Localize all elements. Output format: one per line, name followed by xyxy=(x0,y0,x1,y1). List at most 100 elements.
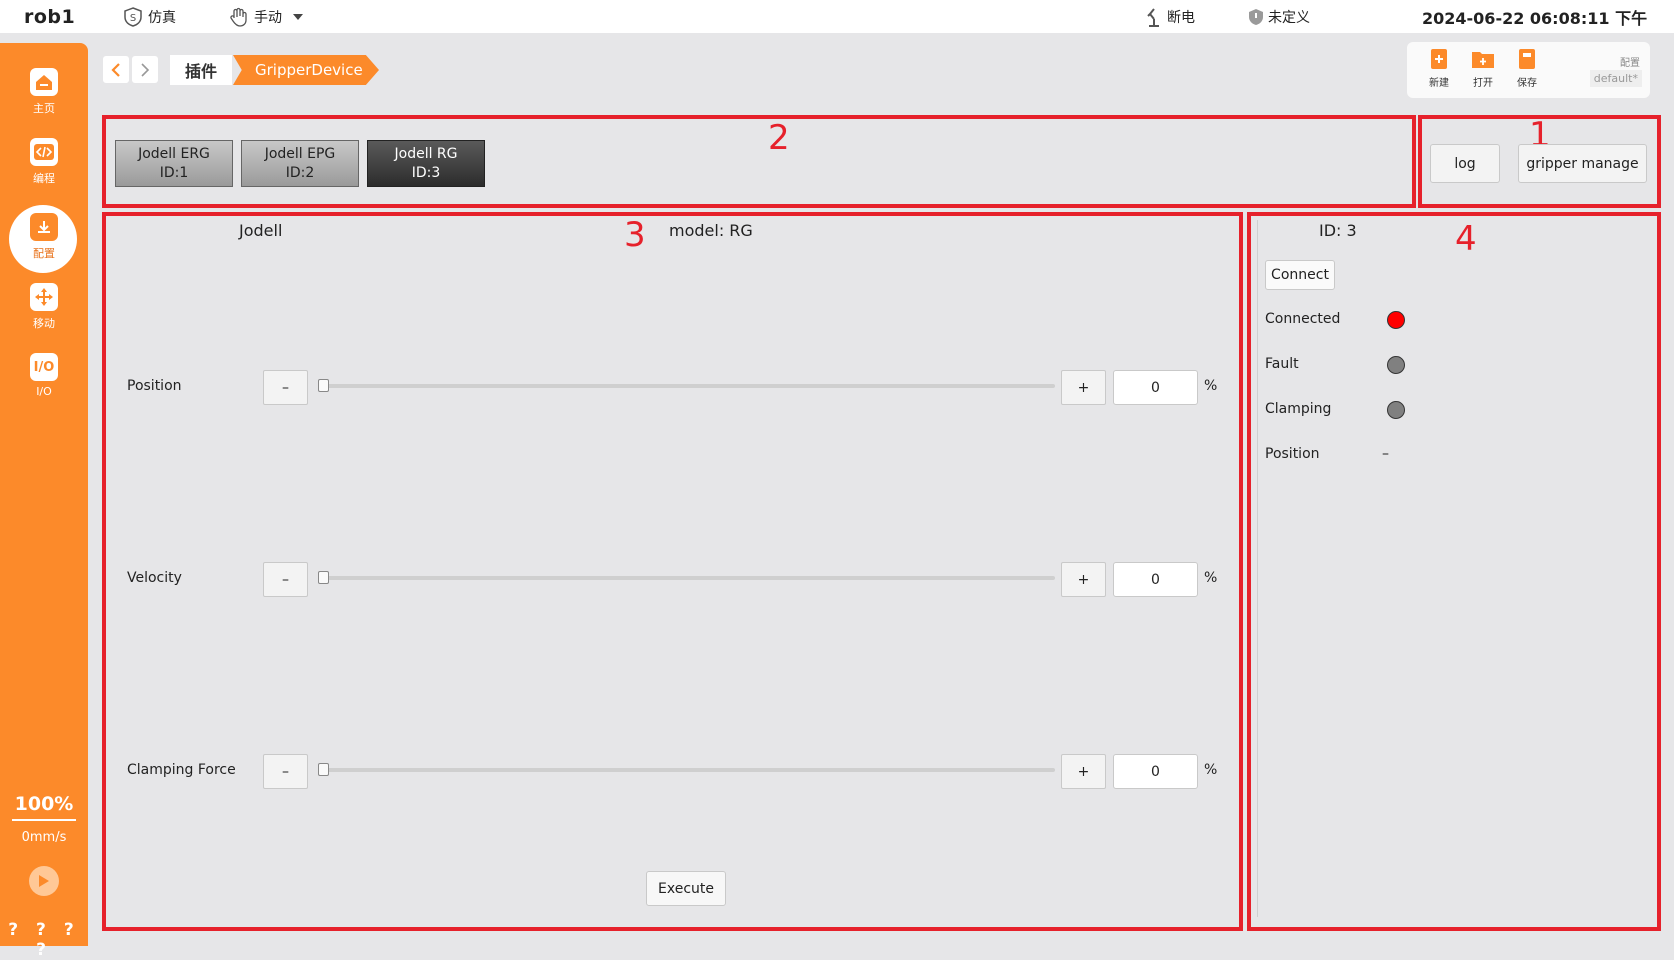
position-increase-button[interactable]: + xyxy=(1061,370,1106,405)
brand-label: Jodell xyxy=(239,221,283,240)
sidebar-item-label: 配置 xyxy=(33,247,55,260)
move-icon xyxy=(30,283,58,311)
save-button[interactable]: 保存 xyxy=(1510,48,1544,89)
open-button-label: 打开 xyxy=(1473,78,1493,89)
speed-percent[interactable]: 100% xyxy=(0,793,88,815)
save-button-label: 保存 xyxy=(1517,78,1537,89)
config-value[interactable]: default* xyxy=(1589,70,1642,87)
svg-text:S: S xyxy=(130,13,136,24)
new-button-label: 新建 xyxy=(1429,78,1449,89)
chevron-down-icon xyxy=(292,9,304,25)
power-status-label: 断电 xyxy=(1167,9,1195,26)
code-icon xyxy=(30,138,58,166)
velocity-increase-button[interactable]: + xyxy=(1061,562,1106,597)
sidebar-item-label: I/O xyxy=(36,385,52,398)
device-name: Jodell ERG xyxy=(138,145,210,162)
sidebar-item-config[interactable]: 配置 xyxy=(0,205,88,273)
home-icon xyxy=(30,68,58,96)
speed-divider xyxy=(12,819,76,821)
io-icon: I/O xyxy=(30,353,58,381)
clamping-force-slider-thumb[interactable] xyxy=(318,763,329,776)
sidebar: 主页 编程 配置 移动 I/O I/O 100% 0mm/s ? ? ? ? xyxy=(0,43,88,960)
velocity-value-input[interactable]: 0 xyxy=(1113,562,1198,597)
sidebar-item-label: 编程 xyxy=(33,172,55,185)
file-toolbar: 新建 打开 保存 配置 default* xyxy=(1407,42,1650,98)
position-status-label: Position xyxy=(1265,446,1320,462)
sidebar-item-label: 主页 xyxy=(33,102,55,115)
fault-label: Fault xyxy=(1265,356,1299,372)
position-slider-thumb[interactable] xyxy=(318,379,329,392)
safety-status-label: 未定义 xyxy=(1268,9,1310,26)
chevron-right-icon xyxy=(141,62,150,77)
forward-button[interactable] xyxy=(132,56,158,83)
device-button-epg[interactable]: Jodell EPG ID:2 xyxy=(241,140,359,187)
save-icon xyxy=(1519,49,1535,69)
power-status[interactable]: 断电 xyxy=(1145,0,1195,33)
velocity-slider-thumb[interactable] xyxy=(318,571,329,584)
clamping-force-label: Clamping Force xyxy=(127,762,236,778)
sidebar-item-home[interactable]: 主页 xyxy=(0,68,88,116)
chevron-left-icon xyxy=(111,62,120,77)
device-button-rg[interactable]: Jodell RG ID:3 xyxy=(367,140,485,187)
clamping-force-increase-button[interactable]: + xyxy=(1061,754,1106,789)
play-button[interactable] xyxy=(29,866,59,896)
clamping-force-value-input[interactable]: 0 xyxy=(1113,754,1198,789)
gripper-manage-button[interactable]: gripper manage xyxy=(1518,144,1647,183)
status-marks: ? ? ? ? xyxy=(8,920,80,960)
device-id: ID:1 xyxy=(159,164,189,181)
top-bar: rob1 S 仿真 手动 断电 未定义 2024-06-22 06:08:11 … xyxy=(0,0,1674,33)
new-button[interactable]: 新建 xyxy=(1422,48,1456,89)
simulation-mode-button[interactable]: S 仿真 xyxy=(122,0,176,33)
robot-arm-icon xyxy=(1145,7,1163,27)
position-status-value: – xyxy=(1382,446,1389,462)
shield-icon xyxy=(1248,8,1264,26)
annotation-number: 3 xyxy=(624,215,646,255)
clamping-force-unit: % xyxy=(1204,762,1218,778)
back-button[interactable] xyxy=(103,56,129,83)
manual-mode-dropdown[interactable]: 手动 xyxy=(228,0,304,33)
clamping-force-slider[interactable] xyxy=(318,763,1055,776)
breadcrumb-plugin[interactable]: 插件 xyxy=(170,55,232,85)
new-file-icon xyxy=(1431,49,1447,69)
device-name: Jodell RG xyxy=(394,145,458,162)
clamping-force-decrease-button[interactable]: – xyxy=(263,754,308,789)
sidebar-item-label: 移动 xyxy=(33,317,55,330)
execute-button[interactable]: Execute xyxy=(646,871,726,906)
connected-indicator xyxy=(1387,311,1405,329)
clamping-indicator xyxy=(1387,401,1405,419)
device-name: Jodell EPG xyxy=(264,145,336,162)
position-slider[interactable] xyxy=(318,379,1055,392)
shield-s-icon: S xyxy=(122,6,144,28)
speed-mms: 0mm/s xyxy=(21,830,67,845)
fault-indicator xyxy=(1387,356,1405,374)
safety-status[interactable]: 未定义 xyxy=(1248,0,1310,33)
sidebar-item-move[interactable]: 移动 xyxy=(0,283,88,331)
config-icon xyxy=(30,213,58,241)
velocity-decrease-button[interactable]: – xyxy=(263,562,308,597)
device-id-label: ID: 3 xyxy=(1319,221,1357,240)
hand-icon xyxy=(228,6,250,28)
device-button-erg[interactable]: Jodell ERG ID:1 xyxy=(115,140,233,187)
app-title: rob1 xyxy=(24,5,76,28)
annotation-number: 2 xyxy=(768,118,790,158)
open-button[interactable]: 打开 xyxy=(1466,48,1500,89)
sidebar-item-programming[interactable]: 编程 xyxy=(0,138,88,186)
device-id: ID:2 xyxy=(285,164,315,181)
model-label: model: RG xyxy=(669,221,753,240)
play-icon xyxy=(39,875,49,887)
position-value-input[interactable]: 0 xyxy=(1113,370,1198,405)
position-decrease-button[interactable]: – xyxy=(263,370,308,405)
velocity-label: Velocity xyxy=(127,570,182,586)
log-button[interactable]: log xyxy=(1430,144,1500,183)
sidebar-item-io[interactable]: I/O I/O xyxy=(0,353,88,398)
connect-button[interactable]: Connect xyxy=(1265,260,1335,290)
config-title: 配置 xyxy=(1620,58,1640,69)
device-id: ID:3 xyxy=(411,164,441,181)
simulation-mode-label: 仿真 xyxy=(148,9,176,26)
clamping-label: Clamping xyxy=(1265,401,1332,417)
velocity-slider[interactable] xyxy=(318,571,1055,584)
folder-icon xyxy=(1472,52,1494,68)
breadcrumb-gripper-device[interactable]: GripperDevice xyxy=(233,55,379,85)
position-label: Position xyxy=(127,378,182,394)
manual-mode-label: 手动 xyxy=(254,9,282,26)
